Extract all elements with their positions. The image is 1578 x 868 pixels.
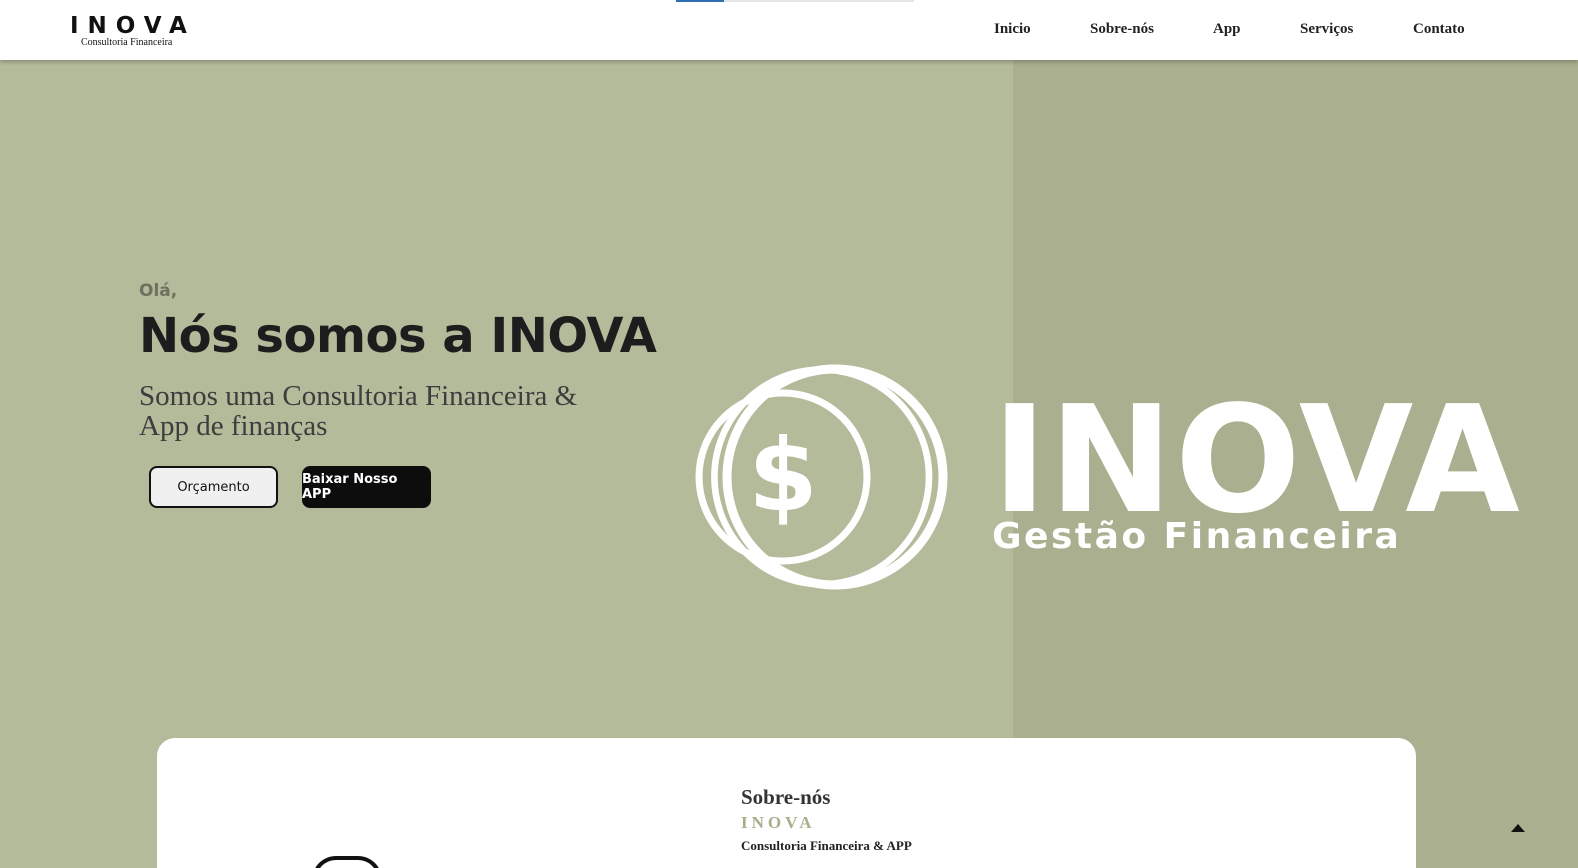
main-nav: Inicio Sobre-nós App Serviços Contato [0,21,1578,41]
hero-subline: Somos uma Consultoria Financeira & App d… [139,380,578,442]
quote-button[interactable]: Orçamento [149,466,278,508]
about-subtitle: Consultoria Financeira & APP [741,838,912,853]
about-brand: INOVA [741,813,816,832]
nav-inicio[interactable]: Inicio [994,21,1031,38]
scroll-progress-fill [676,0,724,2]
svg-text:$: $ [748,417,818,534]
nav-servicos[interactable]: Serviços [1300,21,1353,38]
scroll-top-icon[interactable] [1510,822,1526,834]
hero-headline: Nós somos a INOVA [139,308,657,364]
about-title: Sobre-nós [741,785,831,809]
nav-sobre-nos[interactable]: Sobre-nós [1090,21,1154,38]
download-app-button[interactable]: Baixar Nosso APP [302,466,431,508]
scroll-progress-bar [676,0,914,2]
hero-greeting: Olá, [139,281,178,301]
top-navbar: INOVA Consultoria Financeira Inicio Sobr… [0,0,1578,60]
nav-app[interactable]: App [1213,21,1241,38]
nav-contato[interactable]: Contato [1413,21,1465,38]
logo-tagline: Gestão Financeira [992,516,1402,557]
